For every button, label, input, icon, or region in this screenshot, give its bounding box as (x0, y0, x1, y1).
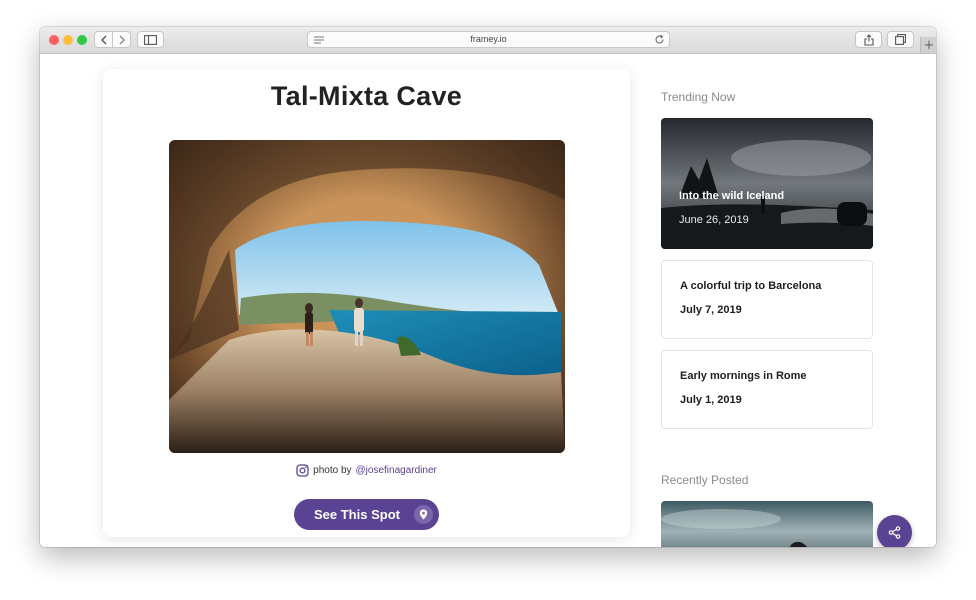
recent-post-image (661, 501, 873, 547)
new-tab-button[interactable]: + (920, 37, 936, 53)
tabs-icon (895, 34, 906, 45)
browser-toolbar: framey.io + (40, 27, 936, 54)
recent-post-thumbnail[interactable] (661, 501, 873, 547)
trending-item-rome[interactable]: Early mornings in Rome July 1, 2019 (661, 350, 873, 429)
trending-date: July 1, 2019 (680, 394, 742, 406)
minimize-window-button[interactable] (63, 35, 73, 45)
trending-title: Early mornings in Rome (680, 370, 807, 382)
trending-item-barcelona[interactable]: A colorful trip to Barcelona July 7, 201… (661, 260, 873, 339)
spot-card: Tal-Mixta Cave photo by @josefinagardine… (103, 69, 630, 537)
zoom-window-button[interactable] (77, 35, 87, 45)
photographer-link[interactable]: @josefinagardiner (356, 465, 437, 476)
url-text: framey.io (470, 34, 507, 44)
share-icon (888, 526, 901, 539)
plus-icon: + (923, 37, 935, 53)
close-window-button[interactable] (49, 35, 59, 45)
sidebar-toggle-button[interactable] (137, 31, 164, 48)
spot-title: Tal-Mixta Cave (270, 81, 463, 111)
tab-overview-button[interactable] (887, 31, 914, 48)
trending-date: July 7, 2019 (680, 304, 742, 316)
trending-date: June 26, 2019 (679, 214, 749, 226)
trending-heading: Trending Now (661, 90, 736, 104)
recently-posted-heading: Recently Posted (661, 473, 749, 487)
instagram-icon[interactable] (296, 464, 309, 477)
trending-title: Into the wild Iceland (679, 190, 785, 202)
back-button[interactable] (94, 31, 113, 48)
share-box-icon (863, 33, 874, 46)
iceland-photo-image (661, 118, 873, 249)
browser-window: framey.io + Tal-Mixta Cave photo by @jos… (40, 27, 936, 547)
photo-credit: photo by @josefinagardiner (103, 464, 630, 477)
chevron-left-icon (100, 35, 106, 44)
trending-item-iceland[interactable]: Into the wild Iceland June 26, 2019 (661, 118, 873, 249)
see-this-spot-button[interactable]: See This Spot (294, 499, 439, 530)
trending-title: A colorful trip to Barcelona (680, 280, 822, 292)
address-bar[interactable]: framey.io (307, 31, 670, 48)
map-pin-icon (414, 505, 433, 524)
spot-photo[interactable] (169, 140, 565, 453)
forward-button[interactable] (112, 31, 131, 48)
chevron-right-icon (119, 35, 125, 44)
sidebar-icon (144, 34, 157, 45)
share-button[interactable] (877, 515, 912, 547)
reload-icon[interactable] (654, 34, 665, 45)
share-toolbar-button[interactable] (855, 31, 882, 48)
see-this-spot-label: See This Spot (314, 507, 400, 522)
page-content: Tal-Mixta Cave photo by @josefinagardine… (40, 54, 936, 547)
cave-photo-image (169, 140, 565, 453)
credit-prefix: photo by (313, 465, 352, 476)
